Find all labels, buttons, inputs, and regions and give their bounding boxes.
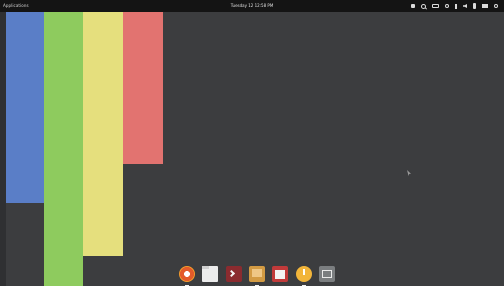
blue-bar (6, 12, 44, 203)
mouse-pointer-icon (407, 170, 411, 176)
firefox-icon[interactable] (179, 265, 195, 286)
red-bar (123, 12, 163, 164)
running-indicator (185, 284, 189, 286)
battery-icon[interactable] (473, 3, 476, 9)
power-icon[interactable] (494, 4, 498, 8)
clock-indicator[interactable]: Tuesday 12 12:58 PM (231, 3, 274, 8)
applications-menu-button[interactable]: Applications (3, 0, 29, 12)
system-indicators (411, 0, 498, 12)
desktop: Applications Tuesday 12 12:58 PM (0, 0, 504, 286)
volume-icon[interactable] (463, 4, 467, 8)
running-indicator (301, 284, 306, 286)
calendar-icon[interactable] (272, 265, 289, 282)
keyboard-layout-icon[interactable] (432, 4, 439, 8)
files-icon[interactable] (202, 265, 219, 282)
dock (176, 261, 338, 286)
green-bar (44, 12, 83, 286)
top-panel: Applications Tuesday 12 12:58 PM (0, 0, 504, 12)
settings-icon[interactable] (318, 265, 335, 282)
bluetooth-icon[interactable] (455, 3, 457, 9)
search-icon[interactable] (421, 3, 426, 9)
archive-manager-icon[interactable] (248, 265, 265, 286)
notifications-icon[interactable] (482, 4, 488, 8)
screenshot-icon[interactable] (411, 4, 415, 8)
network-icon[interactable] (445, 4, 449, 8)
running-indicator (254, 284, 259, 286)
yellow-bar (83, 12, 123, 256)
terminal-icon[interactable] (225, 265, 242, 282)
clock-icon[interactable] (295, 265, 312, 286)
